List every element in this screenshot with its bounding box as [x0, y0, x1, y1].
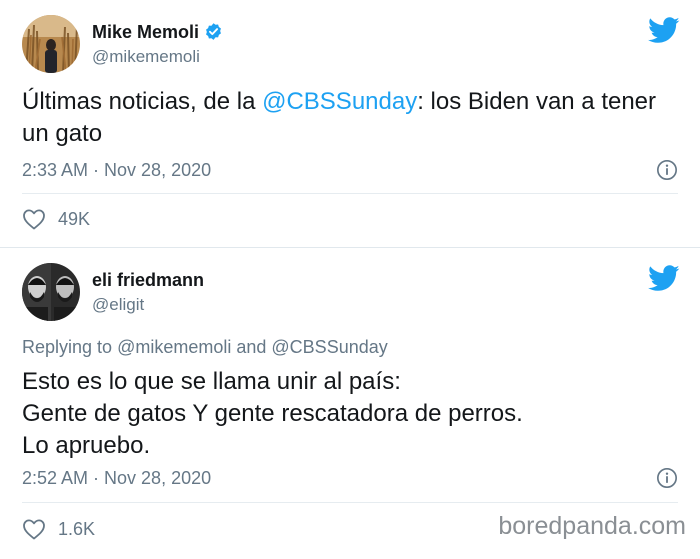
tweet-card-1: Mike Memoli @mikememoli Últimas noticias… — [0, 0, 700, 248]
info-icon[interactable] — [656, 467, 678, 489]
tweet-text: Últimas noticias, de la @CBSSunday: los … — [22, 88, 657, 147]
like-count: 1.6K — [58, 518, 96, 539]
tweet-text-line: Esto es lo que se llama unir al país: — [22, 368, 401, 395]
like-button[interactable]: 49K — [22, 208, 90, 230]
tweet-text-line: Lo apruebo. — [22, 432, 151, 459]
author-name[interactable]: eli friedmann — [92, 270, 204, 291]
tweet-text: Esto es lo que se llama unir al país: Ge… — [22, 366, 672, 462]
tweet-timestamp[interactable]: 2:52 AM · Nov 28, 2020 — [22, 468, 211, 489]
tweet-text-line: Gente de gatos Y gente rescatadora de pe… — [22, 400, 523, 427]
author-name[interactable]: Mike Memoli — [92, 22, 223, 43]
mention-link[interactable]: @CBSSunday — [262, 88, 417, 115]
divider — [22, 193, 678, 194]
twitter-bird-icon[interactable] — [648, 265, 680, 292]
replying-to: Replying to @mikememoli and @CBSSunday — [22, 337, 388, 357]
heart-icon[interactable] — [22, 208, 46, 230]
divider — [22, 502, 678, 503]
info-icon[interactable] — [656, 159, 678, 181]
twitter-bird-icon[interactable] — [648, 17, 680, 44]
like-count: 49K — [58, 208, 91, 229]
author-handle[interactable]: @mikememoli — [92, 47, 200, 67]
heart-icon[interactable] — [22, 518, 46, 540]
replying-to-mention[interactable]: @mikememoli — [117, 337, 231, 357]
watermark: boredpanda.com — [498, 512, 686, 540]
author-handle[interactable]: @eligit — [92, 295, 144, 315]
avatar[interactable] — [22, 15, 80, 73]
replying-to-mention[interactable]: @CBSSunday — [271, 337, 387, 357]
tweet-timestamp[interactable]: 2:33 AM · Nov 28, 2020 — [22, 160, 211, 181]
avatar[interactable] — [22, 263, 80, 321]
like-button[interactable]: 1.6K — [22, 518, 95, 540]
verified-badge-icon — [206, 23, 221, 40]
